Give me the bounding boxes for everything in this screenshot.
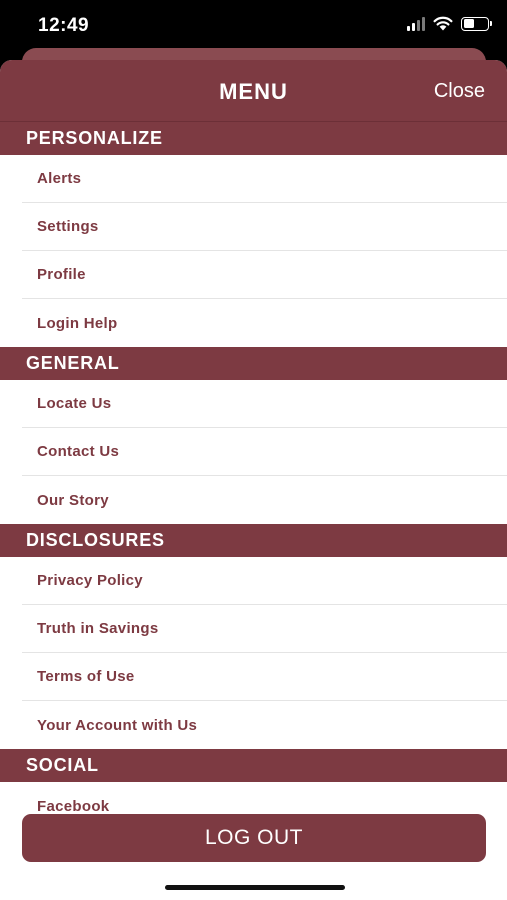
signal-icon	[407, 16, 425, 31]
section-header-social: SOCIAL	[0, 749, 507, 782]
close-button[interactable]: Close	[434, 80, 485, 103]
menu-item-privacy-policy[interactable]: Privacy Policy	[22, 557, 507, 605]
battery-icon	[461, 16, 492, 31]
status-bar: 12:49	[0, 0, 507, 50]
menu-item-your-account-with-us[interactable]: Your Account with Us	[22, 701, 507, 749]
menu-item-terms-of-use[interactable]: Terms of Use	[22, 653, 507, 701]
logout-button[interactable]: LOG OUT	[22, 814, 486, 862]
menu-item-alerts[interactable]: Alerts	[22, 155, 507, 203]
menu-item-contact-us[interactable]: Contact Us	[22, 428, 507, 476]
menu-sheet: MENU Close PERSONALIZE Alerts Settings P…	[0, 60, 507, 900]
section-header-disclosures: DISCLOSURES	[0, 524, 507, 557]
section-header-general: GENERAL	[0, 347, 507, 380]
menu-title: MENU	[219, 79, 288, 104]
menu-item-locate-us[interactable]: Locate Us	[22, 380, 507, 428]
section-header-personalize: PERSONALIZE	[0, 122, 507, 155]
menu-item-login-help[interactable]: Login Help	[22, 299, 507, 347]
menu-item-our-story[interactable]: Our Story	[22, 476, 507, 524]
menu-item-settings[interactable]: Settings	[22, 203, 507, 251]
menu-header: MENU Close	[0, 60, 507, 122]
wifi-icon	[433, 16, 453, 31]
menu-item-truth-in-savings[interactable]: Truth in Savings	[22, 605, 507, 653]
home-indicator[interactable]	[165, 885, 345, 890]
status-time: 12:49	[38, 15, 90, 36]
status-icons	[407, 16, 492, 31]
menu-item-profile[interactable]: Profile	[22, 251, 507, 299]
